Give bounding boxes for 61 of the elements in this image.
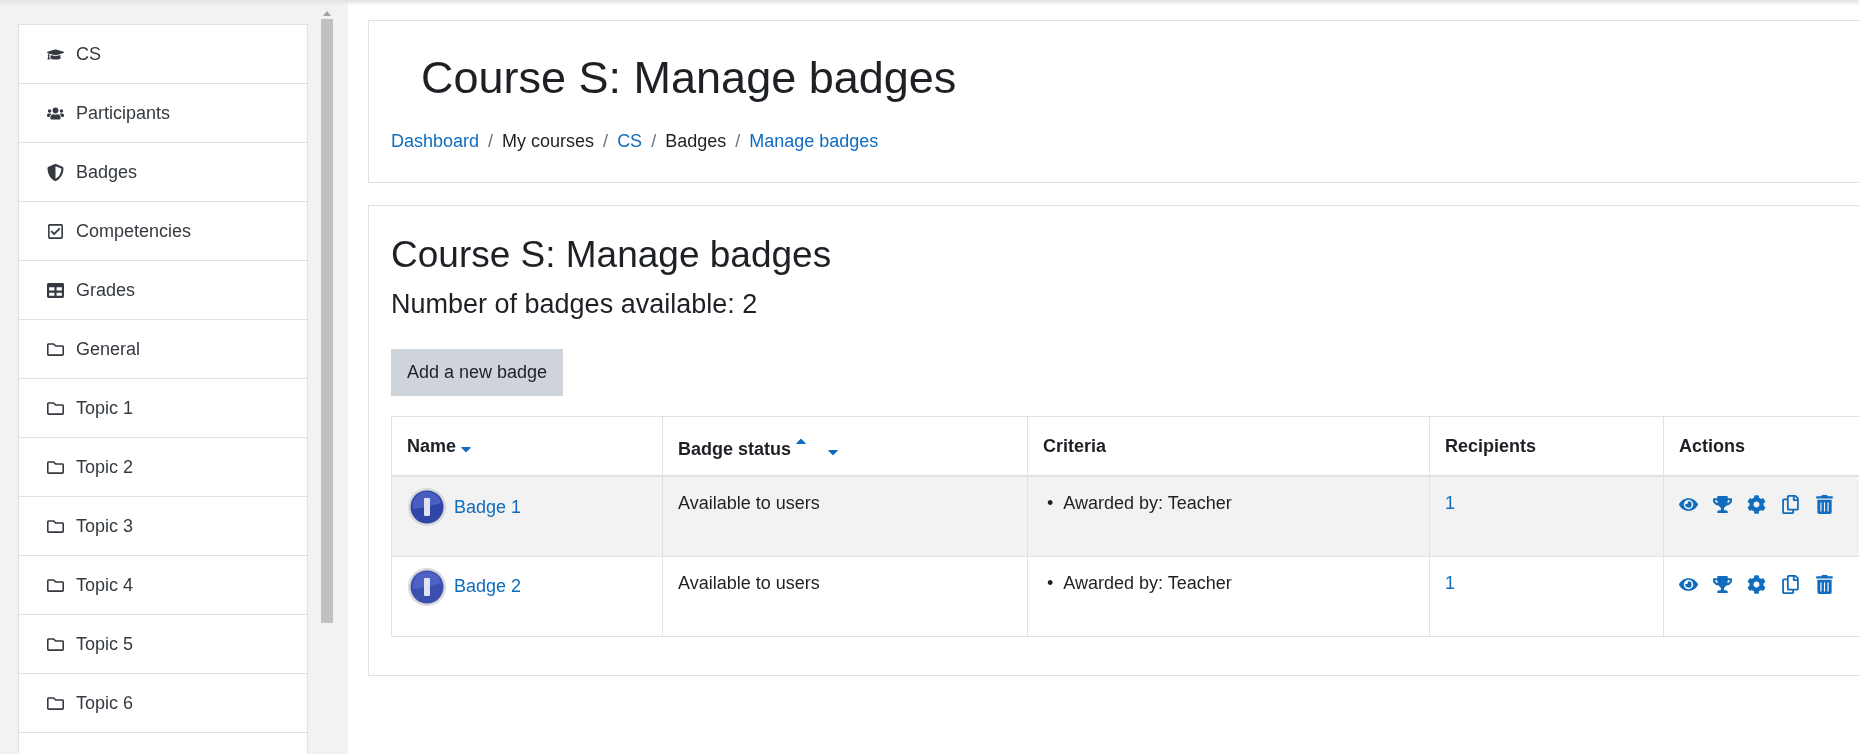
sidebar-item[interactable]: Badges <box>18 142 308 202</box>
folder-icon <box>45 694 66 712</box>
breadcrumb-text: Badges <box>665 131 727 152</box>
folder-icon <box>45 399 66 417</box>
breadcrumb-link[interactable]: CS <box>617 131 643 152</box>
breadcrumb-text: My courses <box>502 131 595 152</box>
trophy-icon[interactable] <box>1713 574 1732 594</box>
column-header: Actions <box>1679 435 1745 456</box>
bullet-marker: • <box>1047 493 1054 515</box>
recipients-link[interactable]: 1 <box>1445 493 1455 514</box>
table-cell: Available to users <box>678 572 820 593</box>
table-cell: Available to users <box>678 493 820 514</box>
folder-icon <box>45 517 66 535</box>
sidebar-item[interactable]: Topic 3 <box>18 496 308 556</box>
sidebar-item[interactable]: CS <box>18 24 308 84</box>
page-title: Course S: Manage badges <box>421 51 958 105</box>
badge-name-link[interactable]: Badge 2 <box>454 576 522 598</box>
badge-count-text: Number of badges available: 2 <box>391 289 759 321</box>
column-header: Recipients <box>1445 435 1537 456</box>
breadcrumb-separator: / <box>602 131 610 152</box>
table-icon <box>45 281 66 299</box>
badge-image <box>407 566 447 607</box>
breadcrumb-separator: / <box>487 131 495 152</box>
sidebar-item[interactable]: Participants <box>18 83 308 143</box>
criteria-item: Awarded by: Teacher <box>1063 493 1232 515</box>
badge-name-link[interactable]: Badge 1 <box>454 496 522 518</box>
trash-icon[interactable] <box>1815 495 1834 515</box>
sidebar-item[interactable]: General <box>18 319 308 379</box>
sidebar-item[interactable]: Grades <box>18 260 308 320</box>
sidebar-item[interactable]: Topic 6 <box>18 673 308 733</box>
checkbox-icon <box>45 222 66 240</box>
recipients-link[interactable]: 1 <box>1445 572 1455 593</box>
badge-image <box>407 487 447 528</box>
trophy-icon[interactable] <box>1713 495 1732 515</box>
column-header[interactable]: Name <box>407 435 457 456</box>
settings-icon[interactable] <box>1747 495 1766 515</box>
copy-icon[interactable] <box>1781 495 1800 515</box>
sidebar-item[interactable]: Topic 2 <box>18 437 308 497</box>
breadcrumb-separator: / <box>734 131 742 152</box>
section-heading: Course S: Manage badges <box>391 233 833 277</box>
settings-icon[interactable] <box>1747 574 1766 594</box>
shield-icon <box>45 163 66 181</box>
breadcrumb-link[interactable]: Dashboard <box>391 131 480 152</box>
folder-icon <box>45 340 66 358</box>
sidebar-item[interactable]: Topic 4 <box>18 555 308 615</box>
breadcrumb-link[interactable]: Manage badges <box>749 131 879 152</box>
sidebar-item[interactable]: Topic 1 <box>18 378 308 438</box>
column-header: Criteria <box>1043 435 1107 456</box>
column-header[interactable]: Badge status <box>678 438 792 459</box>
folder-icon <box>45 635 66 653</box>
bullet-marker: • <box>1047 572 1054 594</box>
copy-icon[interactable] <box>1781 574 1800 594</box>
scrollbar-thumb[interactable] <box>321 19 333 623</box>
folder-icon <box>45 576 66 594</box>
trash-icon[interactable] <box>1815 574 1834 594</box>
criteria-item: Awarded by: Teacher <box>1063 572 1232 594</box>
folder-icon <box>45 458 66 476</box>
add-badge-button[interactable]: Add a new badge <box>391 349 564 397</box>
sidebar-item[interactable]: Topic 5 <box>18 614 308 674</box>
breadcrumb-separator: / <box>650 131 658 152</box>
sidebar-item[interactable]: Competencies <box>18 201 308 261</box>
